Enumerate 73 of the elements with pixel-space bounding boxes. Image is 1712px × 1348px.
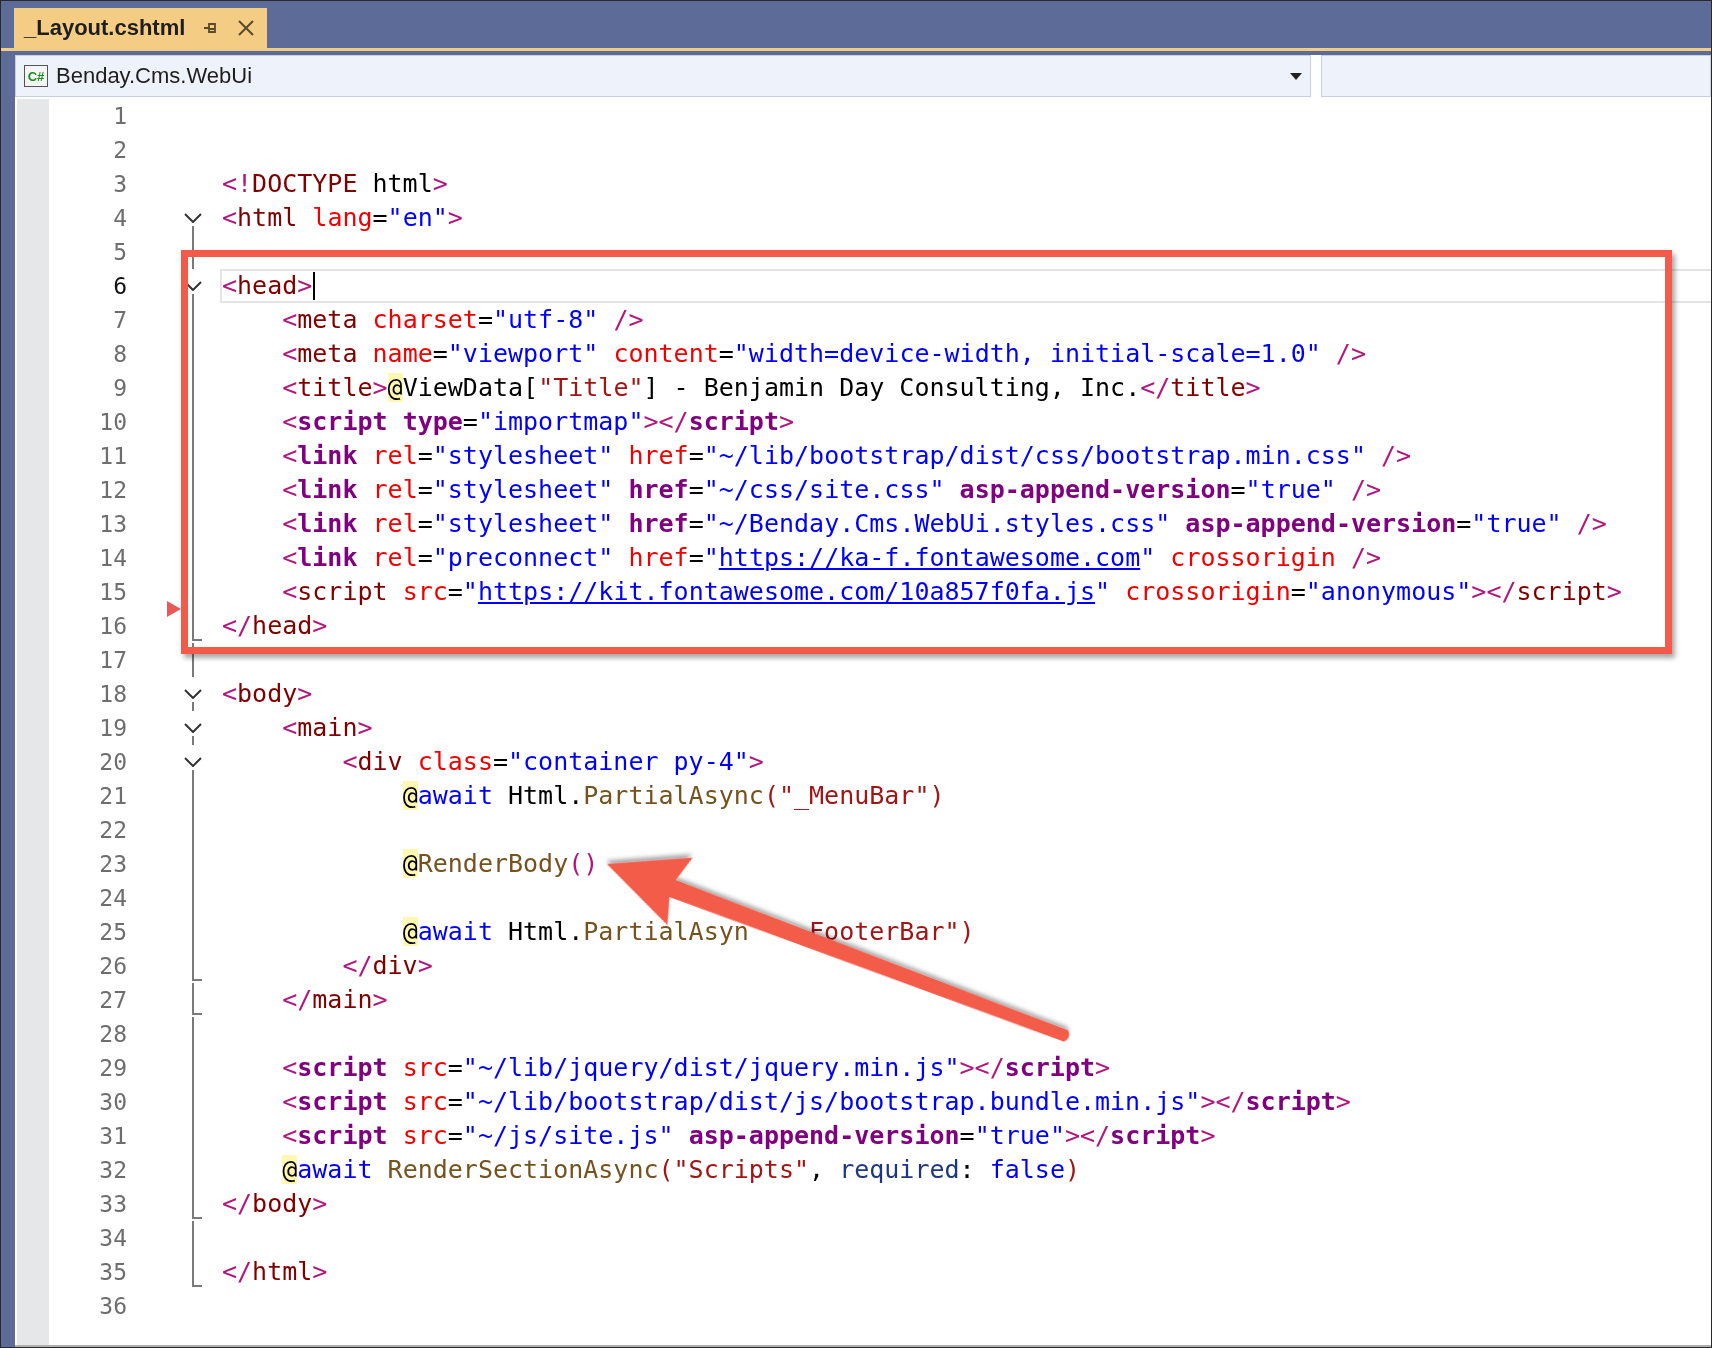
line-number: 18 xyxy=(98,680,127,709)
code-line: @await Html.PartialAsyn FooterBar") xyxy=(402,917,975,947)
code-line: </head> xyxy=(222,611,328,641)
code-line: <main> xyxy=(282,713,373,743)
line-number: 27 xyxy=(98,986,127,1015)
line-number: 20 xyxy=(98,748,127,777)
code-line: <link rel="preconnect" href="https://ka-f.fontawesome.com" crossorigin /> xyxy=(282,543,1382,573)
line-number: 34 xyxy=(98,1224,127,1253)
project-dropdown[interactable]: C# Benday.Cms.WebUi xyxy=(15,55,1311,97)
line-number: 19 xyxy=(98,714,127,743)
close-icon[interactable] xyxy=(237,19,256,37)
line-number: 24 xyxy=(98,884,127,913)
line-number: 17 xyxy=(98,646,127,675)
line-number: 33 xyxy=(98,1190,127,1219)
line-number: 36 xyxy=(98,1292,127,1321)
collapse-icon[interactable] xyxy=(184,213,202,223)
line-number: 4 xyxy=(112,204,127,233)
code-line: <body> xyxy=(222,679,313,709)
caret-icon xyxy=(1290,72,1302,80)
line-number: 8 xyxy=(112,340,127,369)
code-line: <script src="~/lib/jquery/dist/jquery.min.js"></script> xyxy=(282,1053,1111,1083)
code-line: </html> xyxy=(222,1257,328,1287)
line-number: 10 xyxy=(98,408,127,437)
line-number: 12 xyxy=(98,476,127,505)
line-number: 29 xyxy=(98,1054,127,1083)
line-number: 25 xyxy=(98,918,127,947)
collapse-icon[interactable] xyxy=(184,757,202,767)
line-number: 5 xyxy=(112,238,127,267)
line-number: 6 xyxy=(112,272,127,301)
line-number: 3 xyxy=(112,170,127,199)
line-number: 7 xyxy=(112,306,127,335)
code-line: <title>@ViewData["Title"] - Benjamin Day Consulting, Inc.</title> xyxy=(282,373,1261,403)
line-number: 15 xyxy=(98,578,127,607)
code-line: @await RenderSectionAsync("Scripts", required: false) xyxy=(282,1155,1080,1185)
code-line: </div> xyxy=(342,951,433,981)
line-number: 32 xyxy=(98,1156,127,1185)
code-line: <script type="importmap"></script> xyxy=(282,407,794,437)
line-number: 21 xyxy=(98,782,127,811)
code-line: <link rel="stylesheet" href="~/Benday.Cms.WebUi.styles.css" asp-append-version="true" /> xyxy=(282,509,1607,539)
line-number: 30 xyxy=(98,1088,127,1117)
line-number: 28 xyxy=(98,1020,127,1049)
code-line: <html lang="en"> xyxy=(222,203,463,233)
code-line: <script src="~/js/site.js" asp-append-version="true"></script> xyxy=(282,1121,1216,1151)
line-number: 1 xyxy=(112,102,127,131)
line-number: 9 xyxy=(112,374,127,403)
text-caret xyxy=(313,272,316,300)
code-line: @await Html.PartialAsync("_MenuBar") xyxy=(402,781,945,811)
line-number: 13 xyxy=(98,510,127,539)
code-line: </main> xyxy=(282,985,388,1015)
code-line: <script src="~/lib/bootstrap/dist/js/bootstrap.bundle.min.js"></script> xyxy=(282,1087,1351,1117)
code-line: @RenderBody() xyxy=(402,849,599,879)
line-number: 23 xyxy=(98,850,127,879)
file-tab[interactable]: _Layout.cshtml xyxy=(14,8,268,48)
code-line: <meta name="viewport" content="width=device-width, initial-scale=1.0" /> xyxy=(282,339,1366,369)
line-number: 22 xyxy=(98,816,127,845)
line-number: 14 xyxy=(98,544,127,573)
code-line: <div class="container py-4"> xyxy=(342,747,764,777)
code-line: <link rel="stylesheet" href="~/css/site.css" asp-append-version="true" /> xyxy=(282,475,1382,505)
collapse-icon[interactable] xyxy=(184,689,202,699)
code-line: <script src="https://kit.fontawesome.com/10a857f0fa.js" crossorigin="anonymous"></script> xyxy=(282,577,1622,607)
collapse-icon[interactable] xyxy=(184,723,202,733)
code-line: </body> xyxy=(222,1189,328,1219)
line-number: 11 xyxy=(98,442,127,471)
code-line: <head> xyxy=(222,271,313,301)
code-line: <meta charset="utf-8" /> xyxy=(282,305,644,335)
line-number: 16 xyxy=(98,612,127,641)
line-number: 2 xyxy=(112,136,127,165)
code-line: <!DOCTYPE html> xyxy=(222,169,448,199)
code-line: <link rel="stylesheet" href="~/lib/bootstrap/dist/css/bootstrap.min.css" /> xyxy=(282,441,1412,471)
line-number: 26 xyxy=(98,952,127,981)
csharp-project-icon: C# xyxy=(24,65,48,87)
line-number: 35 xyxy=(98,1258,127,1287)
line-number: 31 xyxy=(98,1122,127,1151)
